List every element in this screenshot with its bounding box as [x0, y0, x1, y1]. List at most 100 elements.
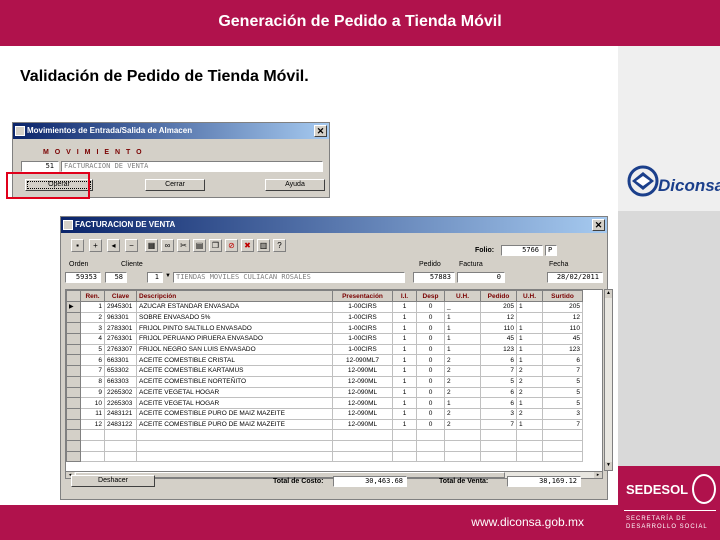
cell-desp[interactable]	[416, 450, 445, 463]
col-header-uh2[interactable]: U.H.	[516, 290, 543, 302]
cell-presentacion[interactable]: 1-00CIRS	[332, 301, 393, 313]
cell-ren[interactable]: 5	[80, 343, 105, 356]
row-indicator[interactable]	[66, 333, 81, 345]
cell-presentacion[interactable]: 1-00CIRS	[332, 322, 393, 335]
cell-pedido[interactable]	[480, 439, 517, 452]
cell-uh[interactable]: 1	[444, 311, 481, 324]
movimiento-description-field[interactable]: FACTURACION DE VENTA	[61, 161, 323, 172]
deshacer-button[interactable]: Deshacer	[71, 475, 155, 487]
cell-presentacion[interactable]: 12-090ML7	[332, 354, 393, 367]
cell-descripcion[interactable]: ACEITE VEGETAL HOGAR	[136, 397, 333, 409]
cell-surtido[interactable]	[542, 450, 583, 463]
cell-descripcion[interactable]: FRIJOL PERUANO PIRUERA ENVASADO	[136, 333, 333, 345]
cell-desp[interactable]: 0	[416, 301, 445, 313]
table-row[interactable]: 5 2763307 FRIJOL NEGRO SAN LUIS ENVASADO 1-…	[66, 343, 583, 356]
cell-pedido[interactable]: 7	[480, 365, 517, 377]
cell-uh2[interactable]	[516, 311, 543, 324]
cell-ii[interactable]	[392, 439, 417, 452]
cell-uh[interactable]: 2	[444, 386, 481, 399]
cell-uh2[interactable]: 1	[516, 354, 543, 367]
cell-pedido[interactable]: 6	[480, 397, 517, 409]
grid-icon[interactable]: ▦	[145, 239, 158, 252]
cell-clave[interactable]: 963301	[104, 311, 137, 324]
cell-ren[interactable]: 8	[80, 375, 105, 388]
cell-uh[interactable]: 1	[444, 397, 481, 409]
cell-surtido[interactable]: 110	[542, 322, 583, 335]
col-header-pedido[interactable]: Pedido	[480, 290, 517, 302]
cell-uh2[interactable]: 1	[516, 343, 543, 356]
cell-desp[interactable]: 0	[416, 407, 445, 420]
cell-ii[interactable]: 1	[392, 311, 417, 324]
delete-icon[interactable]: −	[125, 239, 138, 252]
cell-surtido[interactable]	[542, 439, 583, 452]
cell-uh2[interactable]	[516, 429, 543, 441]
cell-uh2[interactable]: 1	[516, 397, 543, 409]
table-row[interactable]: 2 963301 SOBRE ENVASADO 5% 1-00CIRS 1 0 1 12 12	[66, 311, 583, 324]
cell-uh2[interactable]: 2	[516, 365, 543, 377]
cell-uh[interactable]: 2	[444, 407, 481, 420]
row-indicator[interactable]	[66, 343, 81, 356]
cell-presentacion[interactable]	[332, 439, 393, 452]
row-indicator[interactable]	[66, 354, 81, 367]
cell-desp[interactable]: 0	[416, 354, 445, 367]
cell-uh2[interactable]: 1	[516, 333, 543, 345]
cliente-number-field[interactable]: 58	[105, 272, 127, 283]
cell-surtido[interactable]: 123	[542, 343, 583, 356]
cell-descripcion[interactable]: AZUCAR ESTANDAR ENVASADA	[136, 301, 333, 313]
cell-clave[interactable]: 2763301	[104, 333, 137, 345]
cell-uh[interactable]: 2	[444, 375, 481, 388]
col-header-surtido[interactable]: Surtido	[542, 290, 583, 302]
fecha-field[interactable]: 28/02/2011	[547, 272, 603, 283]
cell-ii[interactable]: 1	[392, 333, 417, 345]
cell-surtido[interactable]: 5	[542, 375, 583, 388]
cell-ren[interactable]: 1	[80, 301, 105, 313]
exit-icon[interactable]: ✖	[241, 239, 254, 252]
orden-field[interactable]: 59353	[65, 272, 101, 283]
cell-pedido[interactable]: 205	[480, 301, 517, 313]
new-record-icon[interactable]: +	[89, 239, 102, 252]
cell-surtido[interactable]: 5	[542, 397, 583, 409]
copy-icon[interactable]: ❐	[209, 239, 222, 252]
cell-desp[interactable]: 0	[416, 333, 445, 345]
cell-ren[interactable]	[80, 429, 105, 441]
table-row[interactable]	[66, 429, 583, 441]
row-indicator[interactable]	[66, 450, 81, 463]
cell-presentacion[interactable]: 1-00CIRS	[332, 333, 393, 345]
cell-ii[interactable]: 1	[392, 418, 417, 431]
cell-clave[interactable]	[104, 439, 137, 452]
save-icon[interactable]: ▪	[71, 239, 84, 252]
row-indicator[interactable]	[66, 375, 81, 388]
table-row[interactable]: 7 653302 ACEITE COMESTIBLE KARTAMUS 12-090M…	[66, 365, 583, 377]
cell-ii[interactable]: 1	[392, 301, 417, 313]
cell-uh2[interactable]: 1	[516, 322, 543, 335]
cell-desp[interactable]: 0	[416, 418, 445, 431]
row-indicator[interactable]	[66, 386, 81, 399]
cell-uh2[interactable]: 1	[516, 301, 543, 313]
pedido-field[interactable]: 57883	[413, 272, 455, 283]
cell-descripcion[interactable]: ACEITE COMESTIBLE NORTEÑITO	[136, 375, 333, 388]
cell-desp[interactable]: 0	[416, 365, 445, 377]
cell-ren[interactable]	[80, 439, 105, 452]
cell-clave[interactable]: 2483121	[104, 407, 137, 420]
table-row[interactable]: 9 2265302 ACEITE VEGETAL HOGAR 12-090ML 1 0 2 6…	[66, 386, 583, 399]
cell-uh2[interactable]	[516, 439, 543, 452]
col-header-uh[interactable]: U.H.	[444, 290, 481, 302]
cell-presentacion[interactable]: 1-00CIRS	[332, 311, 393, 324]
cell-clave[interactable]: 2483122	[104, 418, 137, 431]
cell-desp[interactable]	[416, 429, 445, 441]
cliente-code-field[interactable]: 1	[147, 272, 163, 283]
cell-surtido[interactable]	[542, 429, 583, 441]
cell-desp[interactable]: 0	[416, 343, 445, 356]
cell-ii[interactable]: 1	[392, 322, 417, 335]
cerrar-button[interactable]: Cerrar	[145, 179, 205, 191]
calendar-icon[interactable]: ▥	[257, 239, 270, 252]
cell-descripcion[interactable]: ACEITE COMESTIBLE CRISTAL	[136, 354, 333, 367]
cell-uh[interactable]: 1	[444, 333, 481, 345]
cancel-icon[interactable]: ⊘	[225, 239, 238, 252]
cell-ren[interactable]: 12	[80, 418, 105, 431]
cell-ren[interactable]: 4	[80, 333, 105, 345]
cell-pedido[interactable]: 7	[480, 418, 517, 431]
cell-pedido[interactable]: 6	[480, 354, 517, 367]
cell-uh2[interactable]: 2	[516, 386, 543, 399]
col-header-clave[interactable]: Clave	[104, 290, 137, 302]
